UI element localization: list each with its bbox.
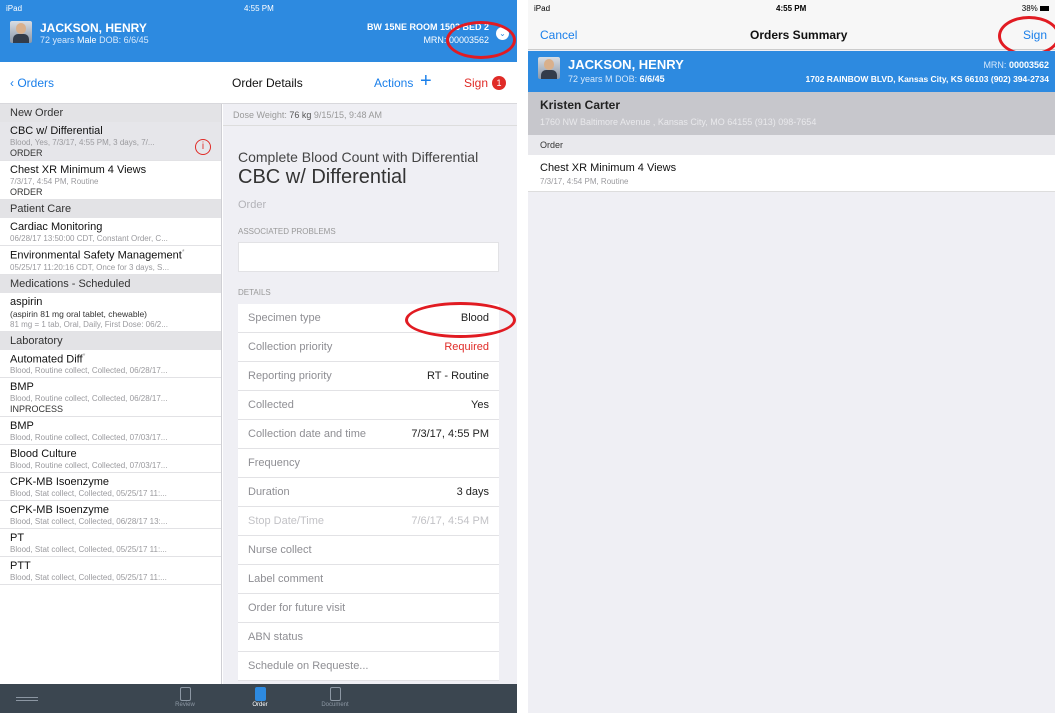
list-item[interactable]: aspirin (aspirin 81 mg oral tablet, chew… — [0, 293, 221, 332]
details-header: DETAILS — [238, 288, 271, 297]
nav-title: Order Details — [232, 76, 303, 90]
tab-order[interactable]: Order — [230, 687, 290, 708]
patient-demographics: 72 years Male DOB: 6/6/45 — [40, 35, 149, 45]
details-table: Specimen type Blood Collection priority Re… — [238, 304, 499, 681]
annotation-circle — [405, 302, 516, 338]
detail-row[interactable]: Reporting priority RT - Routine — [238, 362, 499, 391]
dose-weight: Dose Weight: 76 kg 9/15/15, 9:48 AM — [223, 104, 517, 126]
patient-address: 1702 RAINBOW BLVD, Kansas City, KS 66103… — [805, 74, 1049, 84]
order-subtitle: 7/3/17, 4:54 PM, Routine — [540, 177, 629, 186]
document-icon — [329, 687, 341, 701]
list-item[interactable]: PTT Blood, Stat collect, Collected, 05/2… — [0, 557, 221, 586]
list-item[interactable]: Automated Diff* Blood, Routine collect, … — [0, 350, 221, 379]
order-detail-pane: Dose Weight: 76 kg 9/15/15, 9:48 AM Comp… — [223, 104, 517, 684]
status-time: 4:55 PM — [776, 4, 807, 13]
detail-row: Stop Date/Time 7/6/17, 4:54 PM — [238, 507, 499, 536]
detail-row[interactable]: Frequency — [238, 449, 499, 478]
orders-list: New Order CBC w/ Differential Blood, Yes… — [0, 104, 222, 684]
list-item[interactable]: Chest XR Minimum 4 Views 7/3/17, 4:54 PM… — [0, 161, 221, 200]
status-carrier: iPad — [534, 4, 551, 13]
tab-document[interactable]: Document — [305, 687, 365, 708]
associated-problems-header: ASSOCIATED PROBLEMS — [238, 227, 336, 236]
sign-button[interactable]: Sign — [464, 76, 488, 90]
battery-indicator: 38% — [1022, 4, 1049, 13]
nav-title: Orders Summary — [750, 28, 848, 42]
section-header: New Order — [0, 104, 221, 122]
list-item[interactable]: BMP Blood, Routine collect, Collected, 0… — [0, 417, 221, 446]
detail-row[interactable]: Collection date and time 7/3/17, 4:55 PM — [238, 420, 499, 449]
detail-row[interactable]: Duration 3 days — [238, 478, 499, 507]
back-to-orders-button[interactable]: ‹ Orders — [10, 76, 54, 90]
section-header: Order — [528, 135, 1055, 155]
menu-icon[interactable] — [16, 697, 38, 698]
review-icon — [179, 687, 191, 701]
list-item[interactable]: PT Blood, Stat collect, Collected, 05/25… — [0, 529, 221, 558]
associated-problems-field[interactable] — [238, 242, 499, 272]
list-item[interactable]: CPK-MB Isoenzyme Blood, Stat collect, Co… — [0, 501, 221, 530]
pharmacy-row[interactable]: Kristen Carter 1760 NW Baltimore Avenue … — [528, 92, 1055, 135]
tab-review[interactable]: Review — [155, 687, 215, 708]
left-screen: iPad 4:55 PM JACKSON, HENRY 72 years Mal… — [0, 0, 517, 713]
order-title: Chest XR Minimum 4 Views — [540, 162, 677, 174]
patient-photo — [538, 57, 560, 79]
patient-banner: JACKSON, HENRY 72 years M DOB: 6/6/45 MR… — [528, 51, 1055, 92]
list-item[interactable]: BMP Blood, Routine collect, Collected, 0… — [0, 378, 221, 418]
list-item[interactable]: Chest XR Minimum 4 Views 7/3/17, 4:54 PM… — [528, 155, 1055, 192]
patient-demographics: 72 years M DOB: 6/6/45 — [568, 74, 665, 84]
pharmacy-address: 1760 NW Baltimore Avenue , Kansas City, … — [540, 117, 817, 127]
detail-row[interactable]: Collected Yes — [238, 391, 499, 420]
list-item[interactable]: Environmental Safety Management* 05/25/1… — [0, 246, 221, 275]
order-short-name: CBC w/ Differential — [238, 166, 407, 188]
patient-mrn: MRN: 00003562 — [983, 60, 1049, 70]
patient-banner: iPad 4:55 PM JACKSON, HENRY 72 years Mal… — [0, 0, 517, 62]
order-type: Order — [238, 199, 267, 211]
bottom-tab-bar: Review Order Document — [0, 684, 517, 713]
add-order-button[interactable]: + — [420, 70, 432, 93]
list-item[interactable]: CBC w/ Differential Blood, Yes, 7/3/17, … — [0, 122, 221, 161]
cancel-button[interactable]: Cancel — [540, 28, 577, 42]
list-item[interactable]: Blood Culture Blood, Routine collect, Co… — [0, 445, 221, 474]
status-time: 4:55 PM — [244, 4, 274, 13]
section-header: Patient Care — [0, 200, 221, 218]
order-icon — [254, 687, 266, 701]
detail-row[interactable]: Schedule on Requeste... — [238, 652, 499, 681]
detail-row[interactable]: Label comment — [238, 565, 499, 594]
right-screen: iPad 4:55 PM 38% Cancel Orders Summary S… — [528, 0, 1055, 713]
actions-button[interactable]: Actions — [374, 76, 413, 90]
detail-row[interactable]: Nurse collect — [238, 536, 499, 565]
patient-name: JACKSON, HENRY — [40, 21, 147, 35]
section-header: Medications - Scheduled — [0, 274, 221, 293]
section-header: Laboratory — [0, 331, 221, 350]
detail-row[interactable]: Order for future visit — [238, 594, 499, 623]
annotation-circle — [998, 16, 1055, 56]
annotation-circle — [446, 21, 516, 59]
list-item[interactable]: Cardiac Monitoring 06/28/17 13:50:00 CDT… — [0, 218, 221, 246]
list-item[interactable]: CPK-MB Isoenzyme Blood, Stat collect, Co… — [0, 473, 221, 502]
orders-summary-navbar: Cancel Orders Summary Sign — [528, 20, 1055, 50]
alert-info-icon[interactable]: i — [195, 139, 211, 155]
pharmacy-name: Kristen Carter — [540, 98, 621, 112]
status-bar: iPad 4:55 PM 38% — [528, 0, 1055, 20]
status-carrier: iPad — [6, 4, 23, 13]
patient-name: JACKSON, HENRY — [568, 57, 684, 72]
detail-row[interactable]: ABN status — [238, 623, 499, 652]
order-detail-navbar: ‹ Orders Order Details Actions + Sign 1 — [0, 62, 517, 104]
sign-count-badge: 1 — [492, 76, 506, 90]
order-full-name: Complete Blood Count with Differential — [238, 149, 479, 165]
patient-photo — [10, 21, 32, 43]
